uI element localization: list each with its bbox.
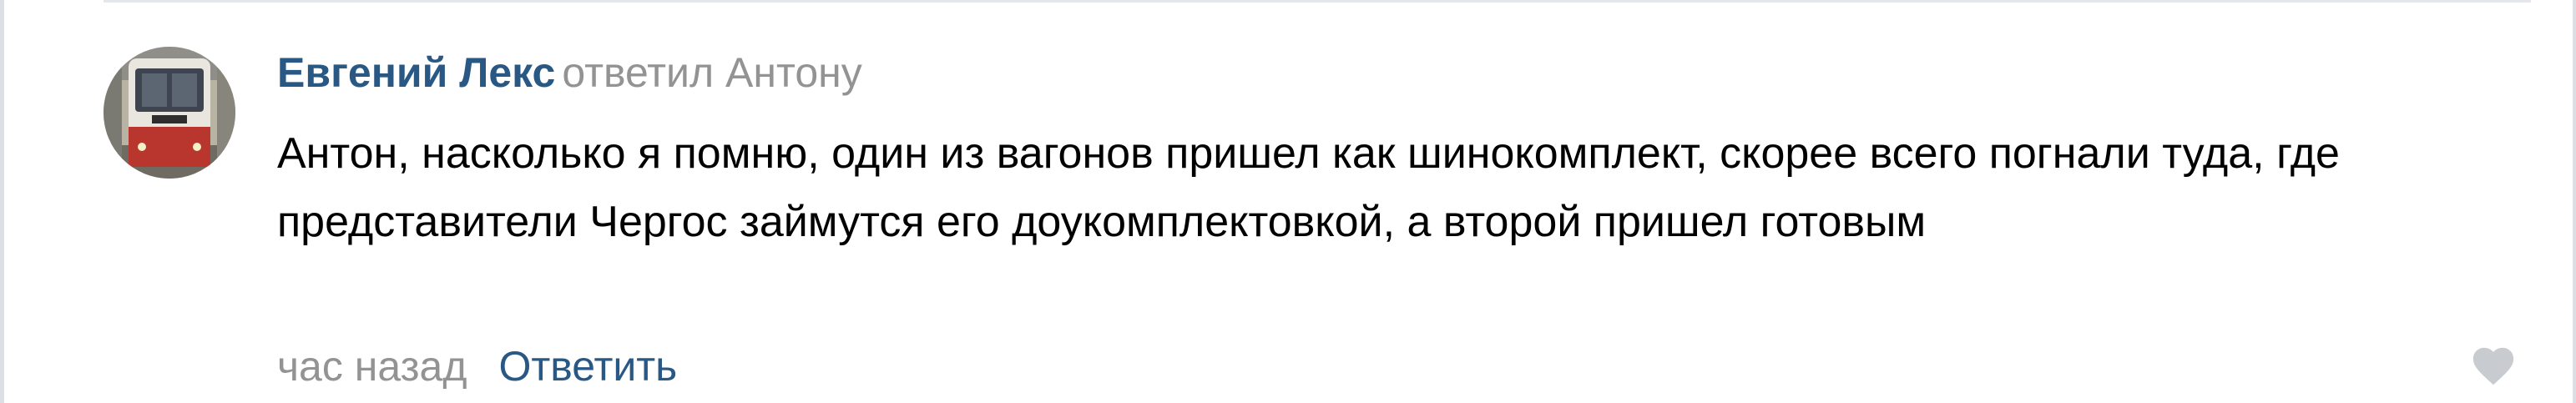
comment-time: час назад: [277, 343, 467, 390]
reply-button[interactable]: Ответить: [499, 343, 678, 390]
author-link[interactable]: Евгений Лекс: [277, 49, 555, 96]
comment-text: Антон, насколько я помню, один из вагоно…: [277, 129, 2340, 246]
comment-header: Евгений Лекс ответил Антону: [277, 43, 862, 102]
comment-item: Евгений Лекс ответил Антону Антон, наскол…: [0, 0, 2576, 403]
tram-photo-icon: [104, 47, 235, 179]
like-button[interactable]: [2469, 342, 2518, 390]
heart-icon: [2472, 347, 2514, 385]
avatar[interactable]: [104, 47, 235, 179]
comment-body: Евгений Лекс ответил Антону Антон, наскол…: [277, 0, 2498, 403]
reply-to-text: ответил Антону: [562, 49, 862, 96]
comment-footer: час назад Ответить: [277, 337, 677, 395]
